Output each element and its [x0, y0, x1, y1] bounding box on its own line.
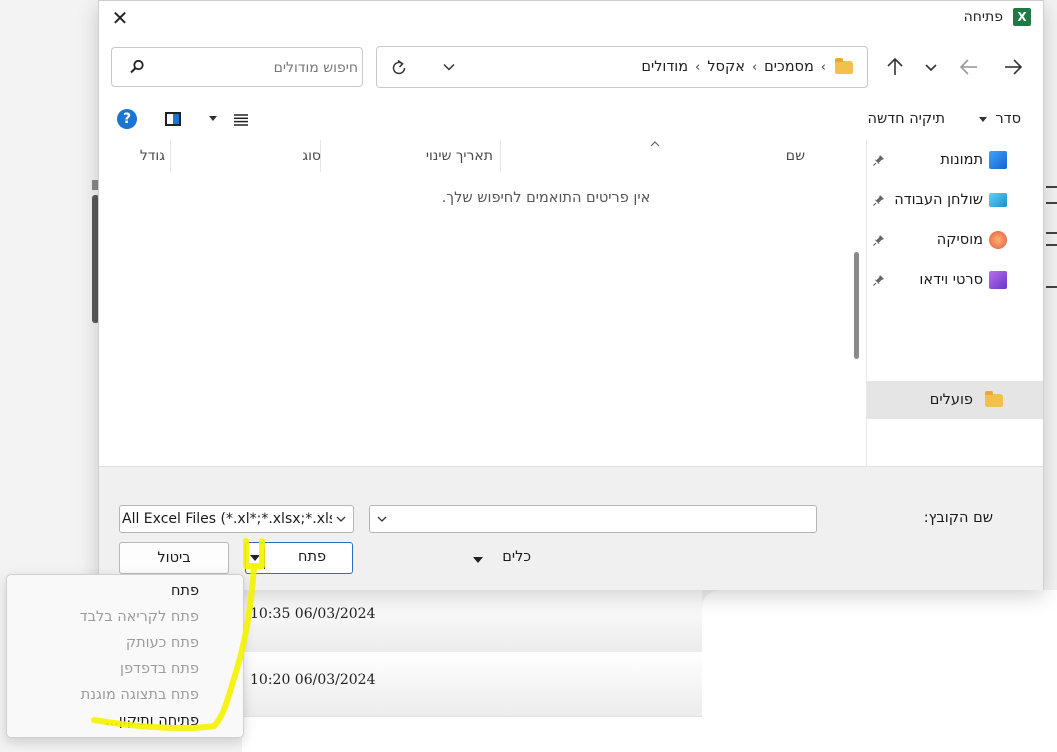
chevron-down-icon[interactable] — [441, 59, 457, 75]
folder-icon — [835, 57, 853, 74]
forward-arrow-icon[interactable] — [957, 55, 981, 79]
nav-item-label: תמונות — [940, 152, 983, 168]
cancel-button[interactable]: ביטול — [119, 542, 229, 574]
menu-item-open[interactable]: פתח — [171, 578, 199, 604]
nav-item-label: שולחן העבודה — [894, 192, 983, 208]
pin-icon[interactable] — [873, 154, 885, 166]
column-header-size[interactable]: גודל — [140, 140, 165, 172]
dialog-title: פתיחה — [963, 9, 1003, 25]
column-header-name[interactable]: שם — [786, 140, 805, 172]
pin-icon[interactable] — [873, 274, 885, 286]
desktop-icon — [989, 193, 1007, 207]
videos-icon — [989, 271, 1007, 289]
pin-icon[interactable] — [873, 234, 885, 246]
column-headers: שם תאריך שינוי סוג גודל — [99, 140, 843, 172]
chevron-down-icon[interactable] — [473, 557, 483, 563]
chevron-down-icon — [979, 116, 988, 122]
vertical-scrollbar[interactable] — [854, 252, 859, 359]
chevron-left-icon: › — [820, 59, 826, 75]
menu-item-open-protected-view: פתח בתצוגה מוגנת — [80, 687, 199, 703]
pictures-icon — [989, 151, 1007, 169]
breadcrumb-item[interactable]: אקסל — [707, 59, 745, 75]
background-list: 10:35 06/03/2024 10:20 06/03/2024 — [242, 588, 702, 752]
open-options-dropdown[interactable] — [250, 555, 260, 561]
breadcrumb-item[interactable]: מסמכים — [764, 59, 814, 75]
chevron-down-icon[interactable] — [376, 513, 388, 525]
file-type-select[interactable]: All Excel Files (*.xl*;*.xlsx;*.xlsm;* — [119, 505, 354, 533]
menu-item-open-in-browser: פתח בדפדפן — [120, 661, 199, 677]
preview-pane-icon[interactable] — [165, 112, 181, 126]
empty-results-message: אין פריטים התואמים לחיפוש שלך. — [441, 190, 651, 206]
open-options-menu: פתח פתח לקריאה בלבד פתח כעותק פתח בדפדפן… — [6, 574, 244, 738]
chevron-down-icon[interactable] — [335, 513, 347, 525]
search-icon — [130, 59, 144, 74]
address-bar[interactable]: › מסמכים › אקסל › מודולים — [376, 46, 868, 88]
title-bar: ✕ פתיחה X — [99, 1, 1043, 34]
nav-item-pictures[interactable]: תמונות — [940, 146, 1007, 174]
nav-item-desktop[interactable]: שולחן העבודה — [894, 186, 1007, 214]
sort-ascending-icon — [650, 141, 660, 147]
nav-item-label: מוסיקה — [936, 232, 983, 248]
organize-button[interactable]: סדר — [979, 111, 1021, 127]
column-header-date[interactable]: תאריך שינוי — [426, 140, 493, 172]
view-options-dropdown[interactable] — [209, 116, 217, 121]
back-arrow-icon[interactable] — [1001, 55, 1025, 79]
list-view-icon[interactable] — [233, 113, 249, 127]
nav-item-workers[interactable]: פועלים — [867, 381, 1043, 419]
pin-icon[interactable] — [873, 194, 885, 206]
new-folder-button[interactable]: תיקיה חדשה — [867, 111, 945, 127]
refresh-icon[interactable] — [389, 58, 409, 78]
search-box[interactable] — [111, 47, 363, 88]
chevron-left-icon: › — [751, 59, 758, 75]
nav-item-label: פועלים — [929, 392, 973, 408]
background-row-timestamp: 10:20 06/03/2024 — [250, 672, 376, 688]
background-row: 10:35 06/03/2024 — [242, 588, 702, 653]
recent-dropdown-icon[interactable] — [919, 55, 943, 79]
split-divider — [264, 547, 265, 569]
nav-item-music[interactable]: מוסיקה — [937, 226, 1007, 254]
chevron-left-icon: › — [695, 59, 701, 75]
open-file-dialog: ✕ פתיחה X › מסמכים › אקסל › מודולים — [98, 0, 1044, 590]
background-row: 10:20 06/03/2024 — [242, 652, 702, 717]
filename-input[interactable] — [369, 505, 817, 533]
file-list[interactable]: שם תאריך שינוי סוג גודל אין פריטים התואמ… — [99, 140, 865, 490]
command-bar: ? תיקיה חדשה סדר — [99, 100, 1043, 140]
help-icon[interactable]: ? — [117, 109, 137, 129]
organize-label: סדר — [995, 111, 1021, 127]
music-icon — [989, 231, 1007, 249]
breadcrumb-item[interactable]: מודולים — [641, 59, 688, 75]
menu-item-open-read-only: פתח לקריאה בלבד — [79, 609, 199, 625]
navigation-pane: תמונות שולחן העבודה מוסיקה סרטי וידאו פו… — [866, 140, 1043, 490]
folder-icon — [985, 390, 1003, 407]
filename-label: שם הקובץ: — [923, 510, 993, 526]
dialog-footer: שם הקובץ: All Excel Files (*.xl*;*.xlsx;… — [99, 466, 1043, 590]
tools-button[interactable]: כלים — [502, 549, 531, 565]
column-divider[interactable] — [500, 140, 501, 172]
background-panel — [702, 590, 1057, 752]
background-row-timestamp: 10:35 06/03/2024 — [250, 606, 376, 622]
menu-item-open-as-copy: פתח כעותק — [125, 635, 199, 651]
nav-item-label: סרטי וידאו — [919, 272, 983, 288]
column-header-type[interactable]: סוג — [302, 140, 321, 172]
open-button[interactable]: פתח — [245, 542, 353, 574]
open-button-label: פתח — [297, 549, 327, 565]
nav-item-videos[interactable]: סרטי וידאו — [919, 266, 1007, 294]
breadcrumb: › מסמכים › אקסל › מודולים — [641, 57, 853, 75]
menu-item-open-and-repair[interactable]: פתיחה ותיקון... — [105, 708, 199, 734]
column-divider[interactable] — [170, 140, 171, 172]
search-input[interactable] — [152, 48, 360, 88]
up-arrow-icon[interactable] — [883, 55, 907, 79]
close-icon[interactable]: ✕ — [109, 7, 131, 29]
excel-icon: X — [1013, 8, 1031, 26]
file-type-value: All Excel Files (*.xl*;*.xlsx;*.xlsm;* — [122, 511, 332, 527]
